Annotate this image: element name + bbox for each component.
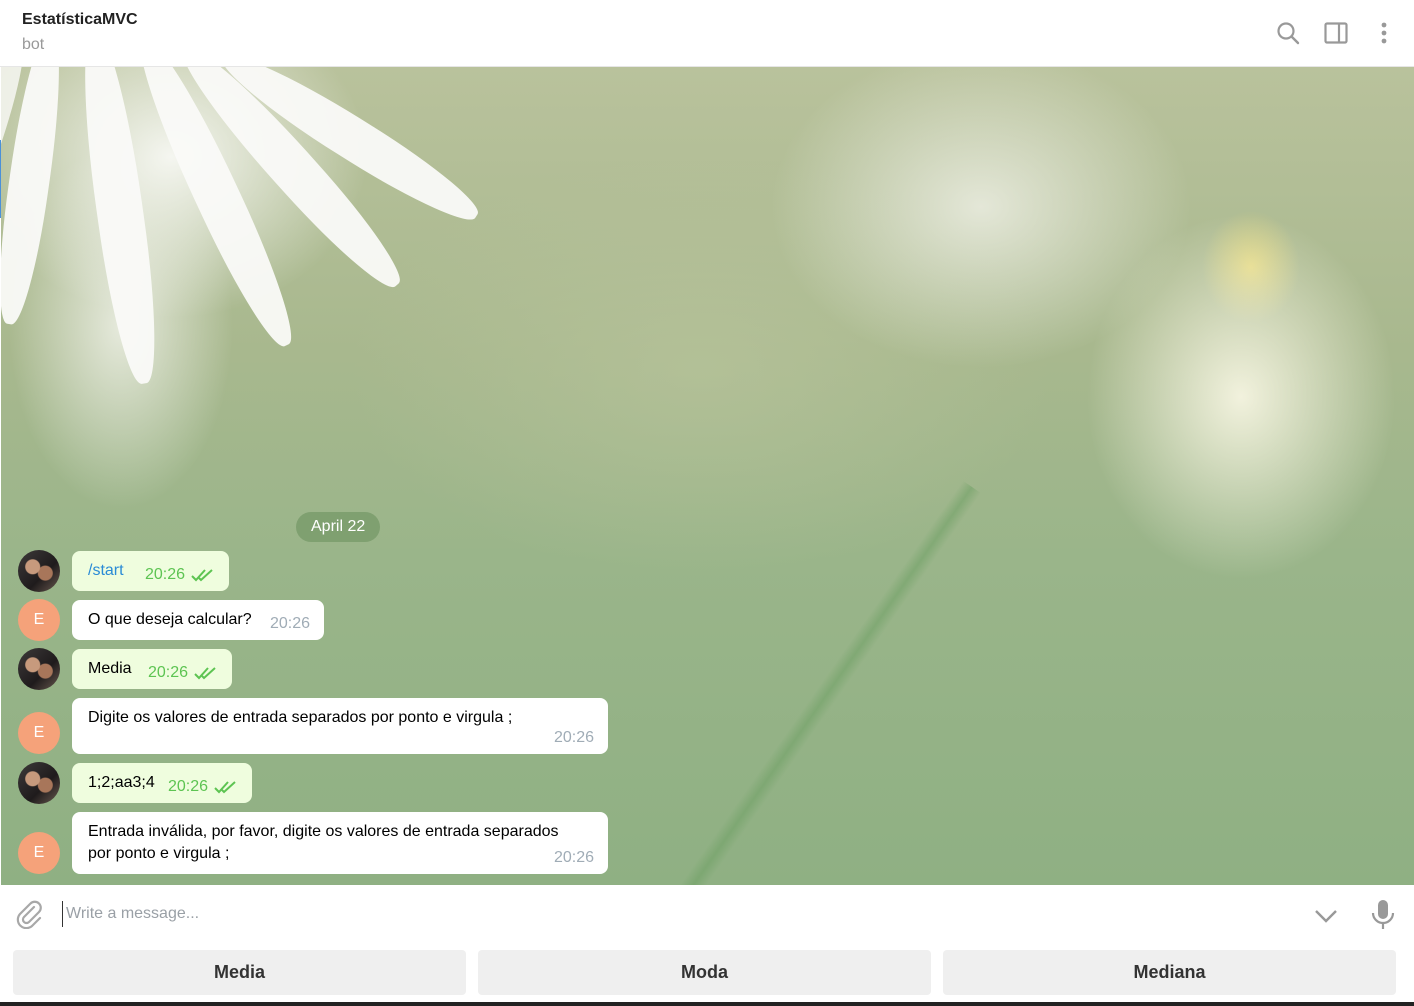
avatar[interactable] bbox=[18, 550, 60, 592]
chat-status: bot bbox=[22, 36, 45, 53]
avatar-letter: E bbox=[33, 844, 45, 861]
keyboard-button-mediana[interactable]: Mediana bbox=[943, 950, 1396, 995]
microphone-icon[interactable] bbox=[1370, 899, 1396, 931]
chat-title[interactable]: EstatísticaMVC bbox=[22, 11, 138, 29]
message-input[interactable] bbox=[62, 901, 1286, 927]
message-composer bbox=[0, 885, 1414, 942]
double-check-icon bbox=[194, 666, 218, 680]
avatar[interactable]: E bbox=[18, 712, 60, 754]
keyboard-button-moda[interactable]: Moda bbox=[478, 950, 931, 995]
message-incoming[interactable]: Entrada inválida, por favor, digite os v… bbox=[72, 812, 608, 874]
avatar[interactable]: E bbox=[18, 599, 60, 641]
avatar[interactable] bbox=[18, 648, 60, 690]
message-text: Entrada inválida, por favor, digite os v… bbox=[88, 823, 559, 862]
date-separator: April 22 bbox=[296, 512, 381, 542]
avatar-letter: E bbox=[33, 611, 45, 628]
chevron-down-icon[interactable] bbox=[1313, 903, 1339, 929]
message-time: 20:26 bbox=[144, 566, 185, 583]
message-incoming[interactable]: Digite os valores de entrada separados p… bbox=[72, 698, 608, 754]
sidebar-toggle-icon[interactable] bbox=[1323, 20, 1349, 46]
message-outgoing[interactable]: 1;2;aa3;4 20:26 bbox=[72, 763, 252, 803]
message-outgoing[interactable]: /start 20:26 bbox=[72, 551, 229, 591]
taskbar-edge bbox=[0, 1002, 1414, 1006]
message-incoming[interactable]: O que deseja calcular? 20:26 bbox=[72, 600, 324, 640]
message-time: 20:26 bbox=[269, 615, 310, 632]
avatar[interactable]: E bbox=[18, 832, 60, 874]
message-text[interactable]: /start bbox=[88, 562, 124, 579]
double-check-icon bbox=[191, 568, 215, 582]
avatar[interactable] bbox=[18, 762, 60, 804]
chat-history[interactable]: April 22 /start 20:26 E O que deseja cal… bbox=[1, 67, 1414, 885]
message-time: 20:26 bbox=[167, 778, 208, 795]
message-time: 20:26 bbox=[147, 664, 188, 681]
paperclip-icon[interactable] bbox=[14, 899, 44, 930]
double-check-icon bbox=[214, 780, 238, 794]
message-time: 20:26 bbox=[553, 849, 594, 866]
more-vertical-icon[interactable] bbox=[1371, 20, 1397, 46]
search-icon[interactable] bbox=[1275, 20, 1301, 46]
keyboard-button-media[interactable]: Media bbox=[13, 950, 466, 995]
chat-header: EstatísticaMVC bot bbox=[0, 0, 1414, 67]
message-text: Media bbox=[88, 660, 132, 677]
message-text: O que deseja calcular? bbox=[88, 611, 252, 628]
message-outgoing[interactable]: Media 20:26 bbox=[72, 649, 232, 689]
message-text: 1;2;aa3;4 bbox=[88, 774, 155, 791]
message-text: Digite os valores de entrada separados p… bbox=[88, 709, 513, 726]
bot-reply-keyboard: Media Moda Mediana bbox=[0, 942, 1414, 1006]
avatar-letter: E bbox=[33, 724, 45, 741]
message-time: 20:26 bbox=[553, 729, 594, 746]
